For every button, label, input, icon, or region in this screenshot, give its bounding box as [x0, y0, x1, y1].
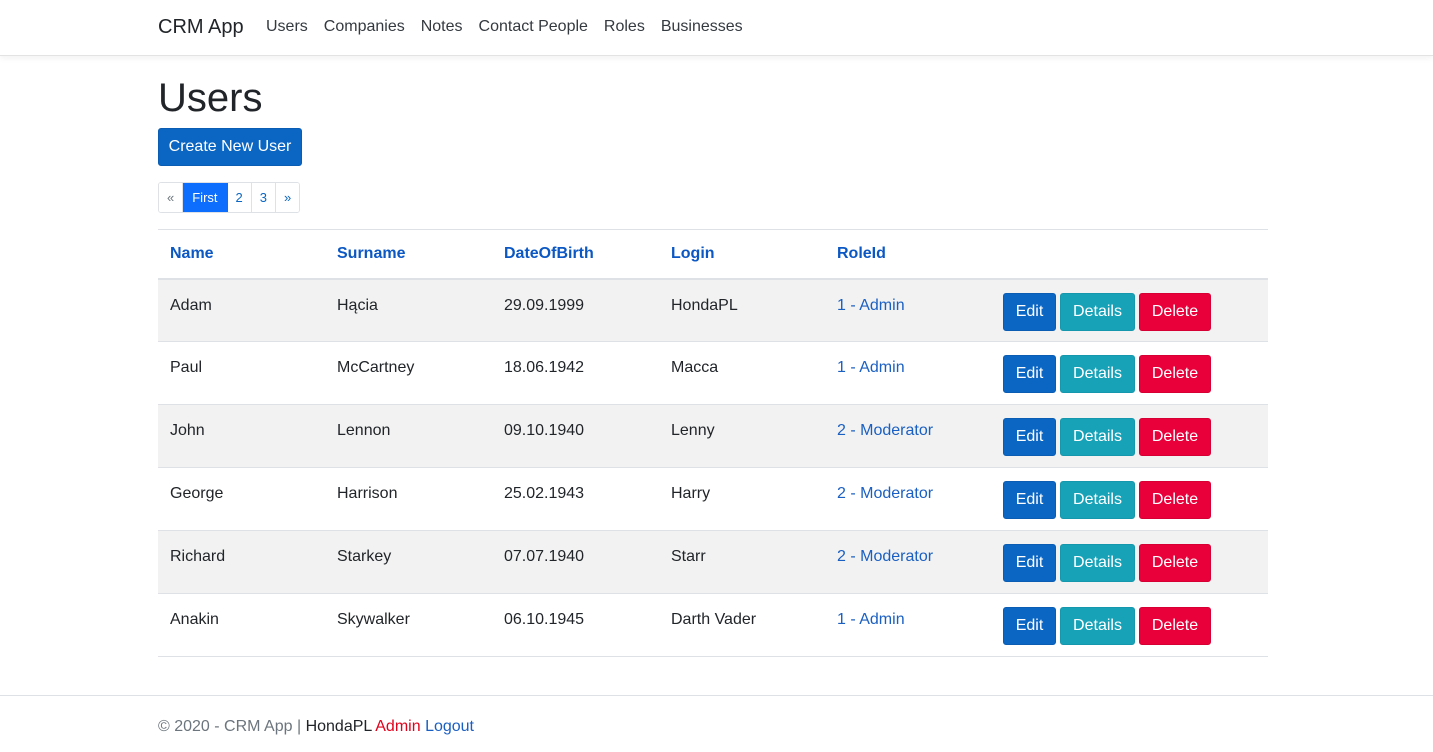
details-button[interactable]: Details: [1060, 607, 1135, 645]
row-actions: Edit Details Delete: [1003, 280, 1256, 331]
footer-role: Admin: [375, 718, 421, 735]
row-actions: Edit Details Delete: [1003, 594, 1256, 645]
cell-surname: Starkey: [337, 548, 392, 565]
cell-name: George: [170, 485, 224, 502]
cell-login: HondaPL: [671, 296, 738, 314]
cell-name: Anakin: [170, 611, 219, 628]
footer-text: © 2020 - CRM App | HondaPL Admin Logout: [158, 718, 474, 736]
edit-button[interactable]: Edit: [1003, 544, 1056, 582]
pagination-next[interactable]: »: [275, 183, 300, 212]
details-button[interactable]: Details: [1060, 481, 1135, 519]
users-table: Name Surname DateOfBirth Login RoleId Ad…: [158, 229, 1268, 657]
column-header-name[interactable]: Name: [158, 229, 325, 280]
cell-role-link[interactable]: 2 - Moderator: [837, 405, 979, 440]
column-header-actions: [991, 229, 1268, 280]
table-row: George Harrison 25.02.1943 Harry 2 - Mod…: [158, 467, 1268, 531]
delete-button[interactable]: Delete: [1139, 418, 1211, 456]
cell-role-link[interactable]: 1 - Admin: [837, 594, 979, 629]
cell-surname: Harrison: [337, 485, 398, 502]
pagination-page-2[interactable]: 2: [227, 183, 252, 212]
cell-role-link[interactable]: 2 - Moderator: [837, 468, 979, 503]
cell-role-link[interactable]: 2 - Moderator: [837, 531, 979, 566]
cell-surname: Lennon: [337, 422, 391, 439]
row-actions: Edit Details Delete: [1003, 342, 1256, 393]
delete-button[interactable]: Delete: [1139, 544, 1211, 582]
table-row: Adam Hącia 29.09.1999 HondaPL 1 - Admin …: [158, 278, 1268, 342]
edit-button[interactable]: Edit: [1003, 292, 1056, 331]
cell-dateofbirth: 29.09.1999: [504, 296, 585, 314]
cell-name: Adam: [170, 296, 212, 314]
nav-link-users[interactable]: Users: [266, 18, 308, 36]
cell-login: Starr: [671, 548, 706, 565]
cell-login: Harry: [671, 485, 711, 502]
details-button[interactable]: Details: [1060, 544, 1135, 582]
row-actions: Edit Details Delete: [1003, 468, 1256, 519]
cell-role-link[interactable]: 1 - Admin: [837, 342, 979, 377]
nav-links: Users Companies Notes Contact People Rol…: [266, 18, 743, 36]
edit-button[interactable]: Edit: [1003, 355, 1056, 393]
column-header-dateofbirth[interactable]: DateOfBirth: [492, 229, 659, 280]
create-new-user-button[interactable]: Create New User: [158, 128, 302, 166]
cell-login: Darth Vader: [671, 611, 757, 628]
cell-dateofbirth: 18.06.1942: [504, 359, 585, 376]
cell-surname: Hącia: [337, 296, 378, 314]
cell-role-link[interactable]: 1 - Admin: [837, 280, 979, 315]
nav-link-businesses[interactable]: Businesses: [661, 18, 743, 36]
details-button[interactable]: Details: [1060, 355, 1135, 393]
cell-dateofbirth: 07.07.1940: [504, 548, 585, 565]
cell-dateofbirth: 06.10.1945: [504, 611, 585, 628]
delete-button[interactable]: Delete: [1139, 481, 1211, 519]
edit-button[interactable]: Edit: [1003, 418, 1056, 456]
nav-link-roles[interactable]: Roles: [604, 18, 645, 36]
column-header-surname[interactable]: Surname: [325, 229, 492, 280]
footer-username: HondaPL: [305, 718, 372, 735]
cell-name: Richard: [170, 548, 226, 565]
details-button[interactable]: Details: [1060, 418, 1135, 456]
logout-link[interactable]: Logout: [425, 718, 474, 735]
row-actions: Edit Details Delete: [1003, 531, 1256, 582]
table-header-row: Name Surname DateOfBirth Login RoleId: [158, 229, 1268, 280]
cell-name: John: [170, 422, 205, 439]
edit-button[interactable]: Edit: [1003, 607, 1056, 645]
pagination-prev[interactable]: «: [159, 183, 184, 212]
nav-link-notes[interactable]: Notes: [421, 18, 463, 36]
delete-button[interactable]: Delete: [1139, 292, 1211, 331]
delete-button[interactable]: Delete: [1139, 355, 1211, 393]
nav-link-companies[interactable]: Companies: [324, 18, 405, 36]
cell-dateofbirth: 09.10.1940: [504, 422, 585, 439]
nav-link-contact-people[interactable]: Contact People: [479, 18, 588, 36]
delete-button[interactable]: Delete: [1139, 607, 1211, 645]
table-row: Richard Starkey 07.07.1940 Starr 2 - Mod…: [158, 530, 1268, 594]
pagination-page-first[interactable]: First: [183, 183, 228, 212]
page-title: Users: [158, 76, 263, 120]
cell-name: Paul: [170, 359, 203, 376]
details-button[interactable]: Details: [1060, 292, 1135, 331]
row-actions: Edit Details Delete: [1003, 405, 1256, 456]
cell-dateofbirth: 25.02.1943: [504, 485, 585, 502]
cell-login: Lenny: [671, 422, 715, 439]
cell-surname: McCartney: [337, 359, 415, 376]
top-navbar: CRM App Users Companies Notes Contact Pe…: [0, 0, 1433, 56]
column-header-roleid[interactable]: RoleId: [825, 229, 991, 280]
footer-copyright: © 2020 - CRM App |: [158, 718, 306, 735]
pagination: « First 2 3 »: [158, 182, 301, 213]
brand-link[interactable]: CRM App: [158, 16, 244, 39]
column-header-login[interactable]: Login: [659, 229, 825, 280]
edit-button[interactable]: Edit: [1003, 481, 1056, 519]
cell-login: Macca: [671, 359, 719, 376]
table-row: John Lennon 09.10.1940 Lenny 2 - Moderat…: [158, 404, 1268, 468]
pagination-page-3[interactable]: 3: [251, 183, 276, 212]
footer: © 2020 - CRM App | HondaPL Admin Logout: [0, 695, 1433, 752]
cell-surname: Skywalker: [337, 611, 410, 628]
table-row: Anakin Skywalker 06.10.1945 Darth Vader …: [158, 593, 1268, 657]
table-row: Paul McCartney 18.06.1942 Macca 1 - Admi…: [158, 341, 1268, 405]
